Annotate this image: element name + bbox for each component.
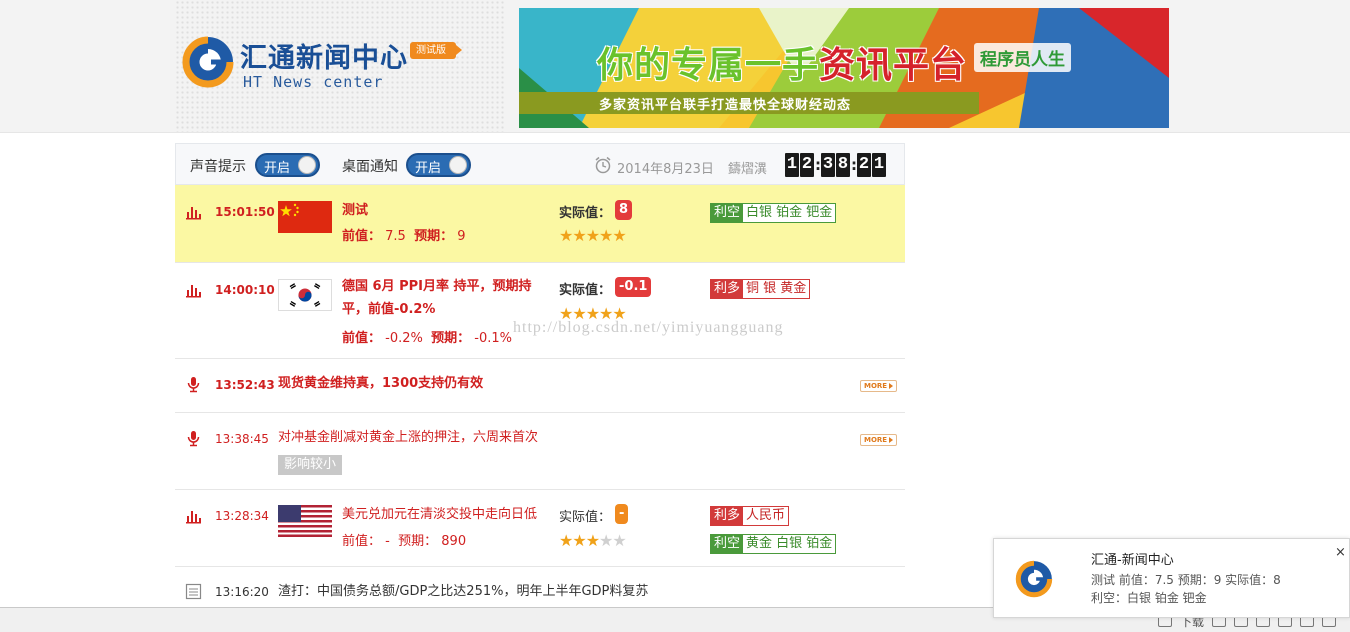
news-time: 13:52:43 xyxy=(215,378,275,392)
banner-headline: 你的专属一手资讯平台 xyxy=(597,45,968,86)
watermark-url: http://blog.csdn.net/yimiyuangguang xyxy=(513,319,784,336)
desktop-toggle-text: 开启 xyxy=(415,161,442,176)
news-row[interactable]: 14:00:10 德国 6月 PPI月率 持平，预期持 平，前值-0.2% 前值… xyxy=(175,263,905,359)
importance-stars: ★★★★★ xyxy=(559,531,627,550)
user-name[interactable]: 鑄熠潩 xyxy=(728,158,767,177)
banner-brand: 程序员人生 xyxy=(974,43,1071,72)
sound-toggle-text: 开启 xyxy=(264,161,291,176)
desktop-notify-toggle[interactable]: 开启 xyxy=(406,153,471,177)
bar-chart-icon xyxy=(186,511,201,524)
actual-value-badge: 8 xyxy=(615,200,633,220)
news-time: 13:38:45 xyxy=(215,432,269,446)
news-time: 15:01:50 xyxy=(215,205,275,219)
notification-title: 汇通-新闻中心 xyxy=(1091,553,1174,568)
bar-chart-icon xyxy=(186,285,201,298)
digital-clock: 1 2 : 3 8 : 2 1 xyxy=(785,153,887,177)
clock-digit: 8 xyxy=(836,153,850,177)
news-title[interactable]: 德国 6月 PPI月率 持平，预期持 平，前值-0.2% xyxy=(342,275,552,321)
importance-stars: ★★★★★ xyxy=(559,226,627,245)
clock-digit: 2 xyxy=(857,153,871,177)
prev-forecast: 前值： -0.2% 预期： -0.1% xyxy=(342,331,513,346)
news-row[interactable]: 13:52:43 现货黄金维持真，1300支持仍有效 MORE xyxy=(175,359,905,413)
site-title[interactable]: 汇通新闻中心 xyxy=(240,36,408,75)
news-row[interactable]: 13:28:34 美元兑加元在清淡交投中走向日低 前值： - 预期： 890 实… xyxy=(175,490,905,567)
korea-flag-icon xyxy=(278,279,332,311)
actual-label: 实际值： xyxy=(559,206,612,221)
document-icon xyxy=(185,583,202,600)
news-title[interactable]: 测试 xyxy=(342,199,368,222)
notification-logo-icon xyxy=(1015,560,1053,598)
notification-line2: 利空：白银 铂金 钯金 xyxy=(1091,591,1207,605)
bar-chart-icon xyxy=(186,207,201,220)
news-time: 13:16:20 xyxy=(215,585,269,599)
news-title[interactable]: 美元兑加元在清淡交投中走向日低 xyxy=(342,503,537,526)
actual-label: 实际值： xyxy=(559,283,612,298)
clock-digit: 1 xyxy=(785,153,799,177)
news-title[interactable]: 渣打：中国债务总额/GDP之比达251%，明年上半年GDP料复苏 xyxy=(278,580,648,603)
banner-subtitle: 多家资讯平台联手打造最快全球财经动态 xyxy=(599,98,852,113)
sound-label: 声音提示 xyxy=(190,159,246,175)
close-icon[interactable]: × xyxy=(1335,545,1346,560)
desktop-notification[interactable]: 汇通-新闻中心 测试 前值：7.5 预期：9 实际值：8 利空：白银 铂金 钯金… xyxy=(993,538,1350,618)
bullish-tag: 利多 人民币 xyxy=(710,506,790,526)
news-title[interactable]: 对冲基金削减对黄金上涨的押注，六周来首次 xyxy=(278,426,538,449)
clock-digit: 3 xyxy=(821,153,835,177)
clock-digit: 1 xyxy=(872,153,886,177)
site-header: 汇通新闻中心 测试版 HT News center 你的专属一手资讯平台 程序员… xyxy=(0,0,1350,133)
usa-flag-icon xyxy=(278,505,332,537)
prev-forecast: 前值： 7.5 预期： 9 xyxy=(342,229,466,244)
desktop-notify-label: 桌面通知 xyxy=(342,159,398,175)
toggle-knob xyxy=(449,156,467,174)
beta-badge: 测试版 xyxy=(410,42,462,59)
prev-forecast: 前值： - 预期： 890 xyxy=(342,534,467,549)
more-button[interactable]: MORE xyxy=(860,380,897,392)
news-time: 14:00:10 xyxy=(215,283,275,297)
notification-line1: 测试 前值：7.5 预期：9 实际值：8 xyxy=(1091,573,1281,587)
more-button[interactable]: MORE xyxy=(860,434,897,446)
microphone-icon xyxy=(187,431,200,447)
news-title[interactable]: 现货黄金维持真，1300支持仍有效 xyxy=(278,372,483,395)
news-row[interactable]: 15:01:50 测试 前值： 7.5 预期： 9 实际值： 8 ★★★★★ 利… xyxy=(175,185,905,263)
site-subtitle: HT News center xyxy=(243,73,384,91)
news-row[interactable]: 13:38:45 对冲基金削减对黄金上涨的押注，六周来首次 影响较小 MORE xyxy=(175,413,905,490)
current-date: 2014年8月23日 xyxy=(617,162,714,177)
toggle-knob xyxy=(298,156,316,174)
promo-banner[interactable]: 你的专属一手资讯平台 程序员人生 多家资讯平台联手打造最快全球财经动态 xyxy=(519,8,1169,128)
toolbar: 声音提示 开启 桌面通知 开启 2014年8月23日 鑄熠潩 1 2 : 3 8… xyxy=(175,143,905,185)
bearish-tag: 利空 黄金 白银 铂金 xyxy=(710,534,837,554)
sound-toggle[interactable]: 开启 xyxy=(255,153,320,177)
bearish-tag: 利空 白银 铂金 钯金 xyxy=(710,203,837,223)
actual-value-badge: - xyxy=(615,504,629,524)
alarm-clock-icon xyxy=(595,156,611,174)
logo-icon[interactable] xyxy=(180,34,236,90)
china-flag-icon xyxy=(278,201,332,233)
clock-digit: 2 xyxy=(800,153,814,177)
news-panel: 声音提示 开启 桌面通知 开启 2014年8月23日 鑄熠潩 1 2 : 3 8… xyxy=(175,143,905,632)
impact-badge: 影响较小 xyxy=(278,455,343,475)
news-time: 13:28:34 xyxy=(215,509,269,523)
actual-value-badge: -0.1 xyxy=(615,277,652,297)
microphone-icon xyxy=(187,377,200,393)
bullish-tag: 利多铜 银 黄金 xyxy=(710,279,811,299)
actual-label: 实际值： xyxy=(559,510,612,525)
